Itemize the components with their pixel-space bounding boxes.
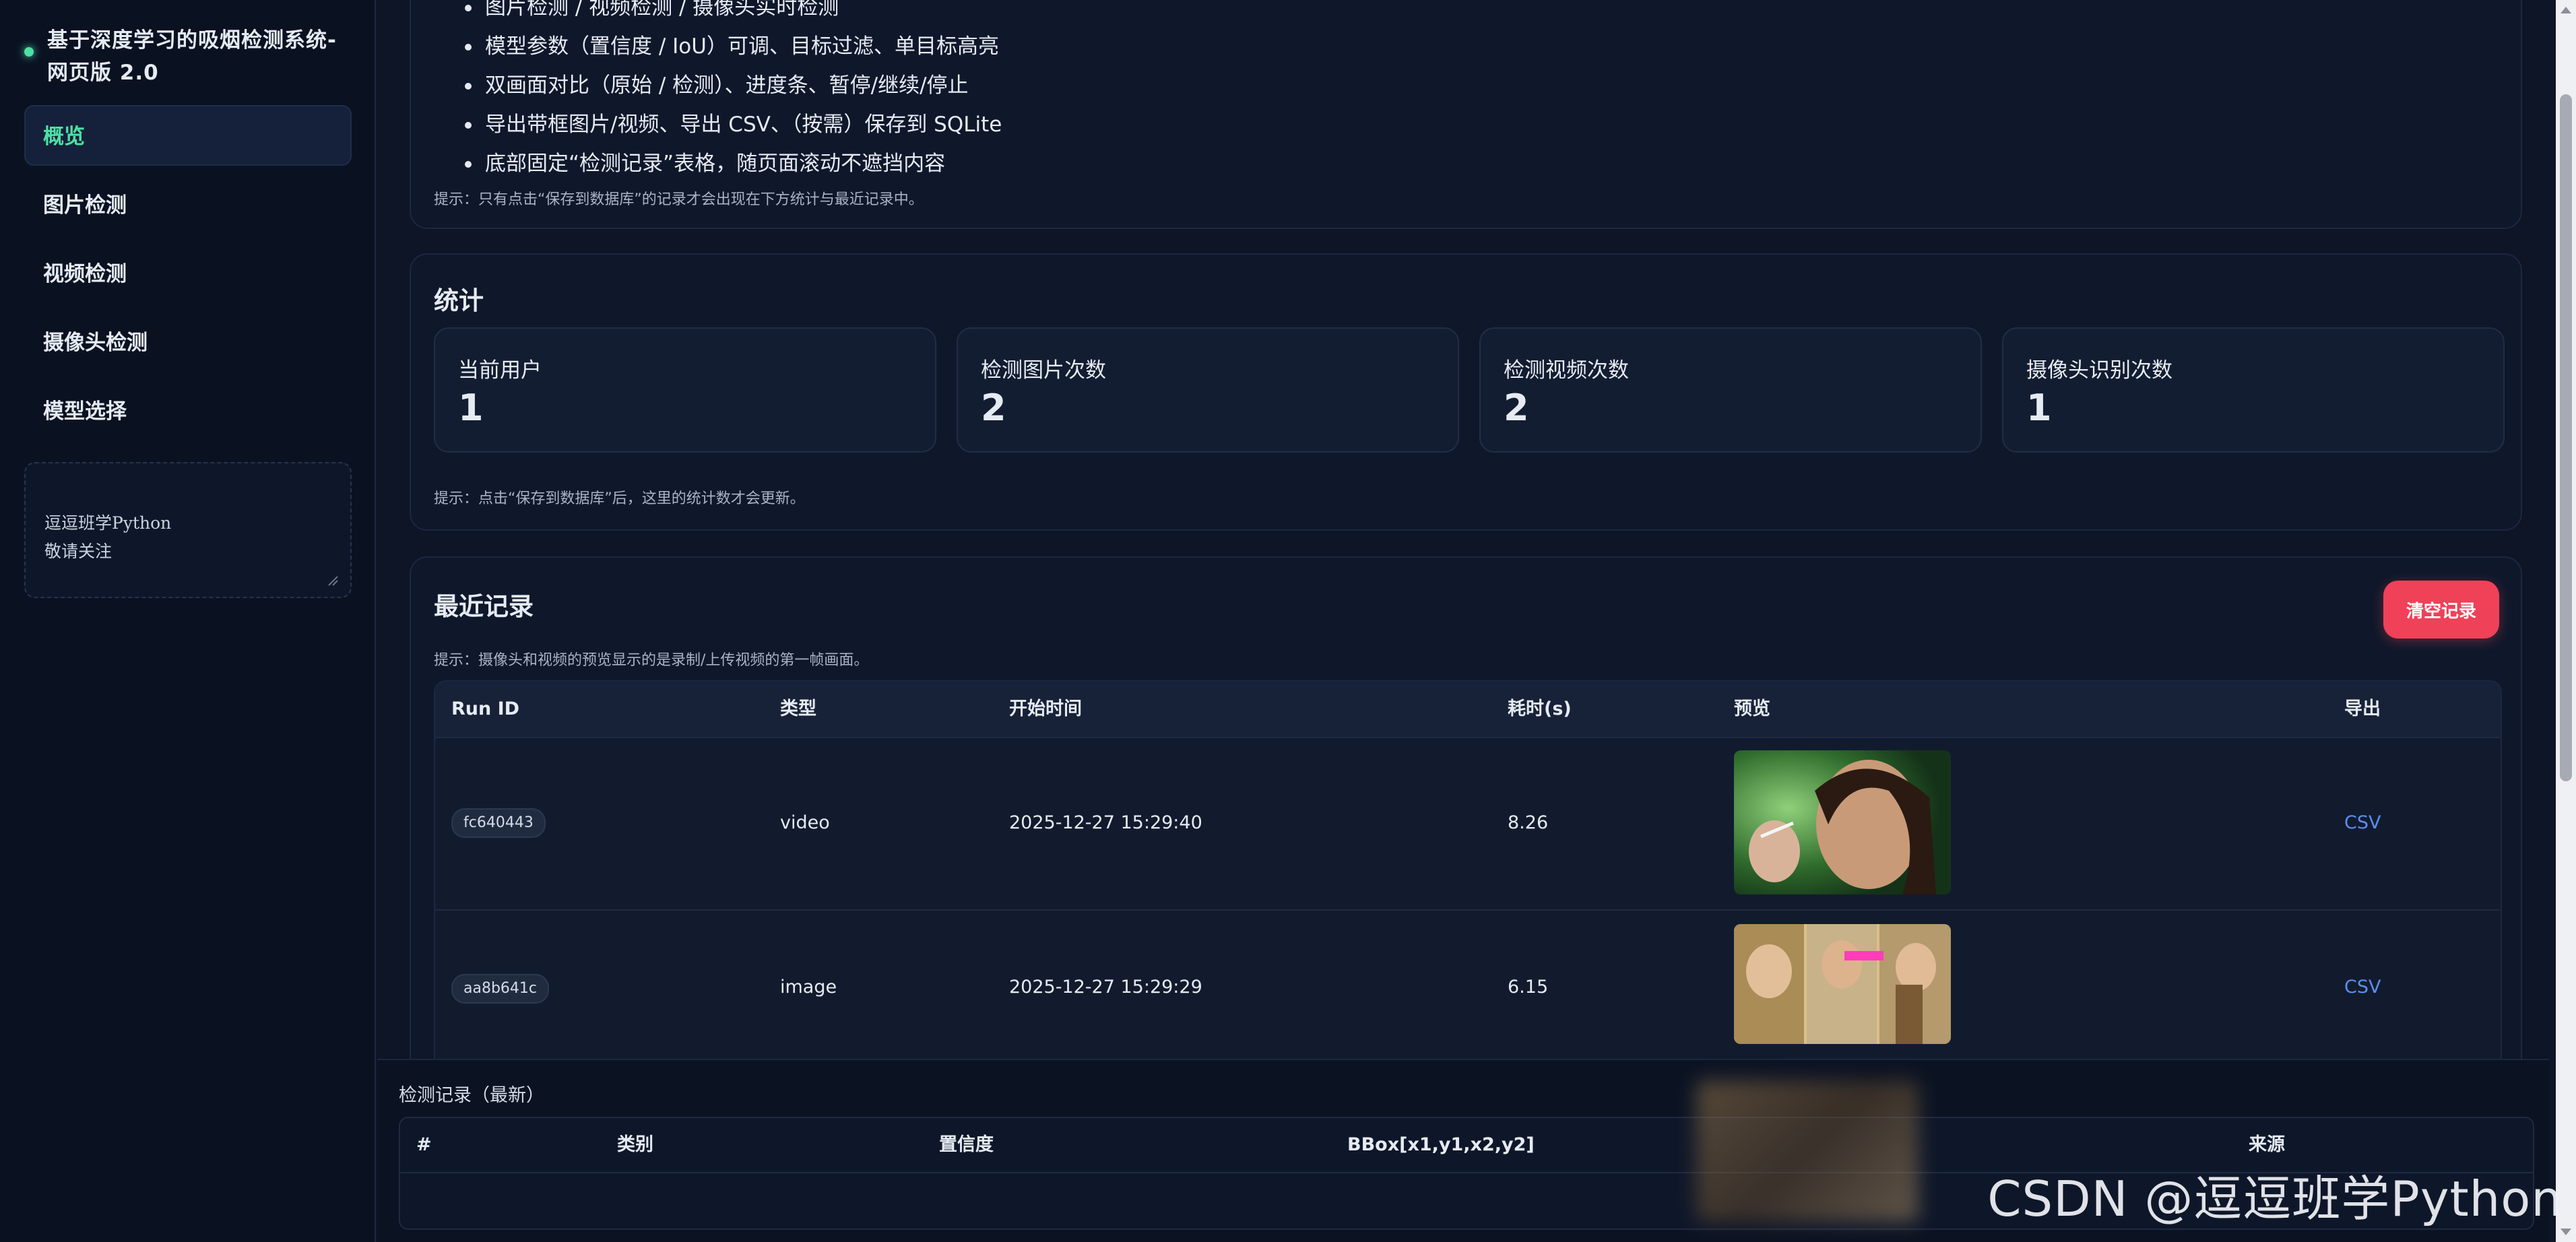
scrollbar-thumb[interactable]	[2560, 94, 2572, 781]
feature-item: 双画面对比（原始 / 检测）、进度条、暂停/继续/停止	[465, 66, 1002, 105]
stat-label: 当前用户	[458, 358, 542, 383]
stats-hint: 提示：点击“保存到数据库”后，这里的统计数才会更新。	[434, 490, 805, 507]
feature-item: 导出带框图片/视频、导出 CSV、（按需）保存到 SQLite	[465, 105, 1002, 144]
cell-start-time: 2025-12-27 15:29:29	[1009, 977, 1202, 998]
export-csv-link[interactable]: CSV	[2344, 812, 2381, 833]
cell-duration: 6.15	[1508, 977, 1549, 998]
intro-card: 图片检测 / 视频检测 / 摄像头实时检测 模型参数（置信度 / IoU）可调、…	[410, 0, 2522, 229]
page-scrollbar[interactable]	[2556, 0, 2576, 1242]
stat-card-camera-count: 摄像头识别次数 1	[2002, 327, 2505, 453]
app-title: 基于深度学习的吸烟检测系统-网页版 2.0	[47, 28, 337, 85]
status-dot-icon	[24, 47, 34, 57]
preview-thumbnail	[1734, 750, 1951, 894]
table-row: aa8b641c image 2025-12-27 15:29:29 6.15 …	[435, 909, 2501, 1067]
sidebar-item-model-select[interactable]: 模型选择	[24, 380, 352, 440]
cell-duration: 8.26	[1508, 812, 1549, 833]
feature-item: 模型参数（置信度 / IoU）可调、目标过滤、单目标高亮	[465, 27, 1002, 66]
main-content: 图片检测 / 视频检测 / 摄像头实时检测 模型参数（置信度 / IoU）可调、…	[377, 0, 2549, 1242]
preview-thumbnail	[1734, 924, 1951, 1044]
stat-value: 2	[981, 387, 1006, 429]
stats-card: 统计 当前用户 1 检测图片次数 2 检测视频次数 2 摄像头识别次数 1 提示…	[410, 253, 2522, 531]
sidebar-item-video-detection[interactable]: 视频检测	[24, 242, 352, 303]
stat-value: 2	[1504, 387, 1529, 429]
column-header: 预览	[1734, 698, 1770, 719]
run-id-badge: fc640443	[451, 808, 546, 838]
table-row: fc640443 video 2025-12-27 15:29:40 8.26	[435, 737, 2501, 911]
stat-label: 检测图片次数	[981, 358, 1106, 383]
stat-label: 摄像头识别次数	[2026, 358, 2172, 383]
cell-type: image	[780, 977, 837, 998]
sidebar: 基于深度学习的吸烟检测系统-网页版 2.0 概览 图片检测 视频检测 摄像头检测…	[0, 0, 376, 1242]
column-header: 类型	[780, 698, 816, 719]
stat-card-video-count: 检测视频次数 2	[1479, 327, 1982, 453]
column-header: 置信度	[939, 1134, 994, 1155]
stat-value: 1	[2026, 387, 2052, 429]
stat-label: 检测视频次数	[1504, 358, 1629, 383]
sidebar-item-image-detection[interactable]: 图片检测	[24, 174, 352, 234]
detection-records-title: 检测记录（最新）	[399, 1085, 544, 1106]
intro-hint: 提示：只有点击“保存到数据库”的记录才会出现在下方统计与最近记录中。	[434, 191, 924, 208]
stat-card-image-count: 检测图片次数 2	[957, 327, 1459, 453]
table-header: Run ID 类型 开始时间 耗时(s) 预览 导出	[435, 682, 2501, 737]
sidebar-nav: 概览 图片检测 视频检测 摄像头检测 模型选择	[24, 105, 352, 449]
feature-item: 底部固定“检测记录”表格，随页面滚动不遮挡内容	[465, 144, 1002, 183]
clear-records-button[interactable]: 清空记录	[2383, 581, 2499, 639]
run-id-badge: aa8b641c	[451, 974, 550, 1004]
watermark: CSDN @逗逗班学Python	[1987, 1171, 2563, 1227]
column-header: 导出	[2344, 698, 2381, 719]
resize-handle-icon[interactable]	[327, 575, 338, 586]
column-header: BBox[x1,y1,x2,y2]	[1347, 1134, 1535, 1155]
sidebar-item-overview[interactable]: 概览	[24, 105, 352, 166]
feature-item: 图片检测 / 视频检测 / 摄像头实时检测	[465, 0, 1002, 27]
cell-start-time: 2025-12-27 15:29:40	[1009, 812, 1202, 833]
column-header: 类别	[617, 1134, 653, 1155]
note-text: 逗逗班学Python 敬请关注	[44, 513, 172, 561]
recent-title: 最近记录	[434, 592, 534, 621]
column-header: Run ID	[451, 698, 520, 719]
cell-type: video	[780, 812, 830, 833]
feature-list: 图片检测 / 视频检测 / 摄像头实时检测 模型参数（置信度 / IoU）可调、…	[465, 0, 1002, 183]
export-csv-link[interactable]: CSV	[2344, 977, 2381, 998]
column-header: 耗时(s)	[1508, 698, 1572, 719]
stat-card-current-user: 当前用户 1	[434, 327, 936, 453]
note-textarea[interactable]: 逗逗班学Python 敬请关注	[24, 462, 352, 598]
blurred-preview-overlay	[1696, 1080, 1919, 1222]
column-header: 开始时间	[1009, 698, 1082, 719]
scroll-up-icon[interactable]	[2561, 7, 2571, 13]
recent-hint: 提示：摄像头和视频的预览显示的是录制/上传视频的第一帧画面。	[434, 652, 869, 669]
stats-title: 统计	[434, 286, 484, 315]
stat-value: 1	[458, 387, 484, 429]
column-header: #	[416, 1134, 432, 1155]
sidebar-item-camera-detection[interactable]: 摄像头检测	[24, 311, 352, 372]
